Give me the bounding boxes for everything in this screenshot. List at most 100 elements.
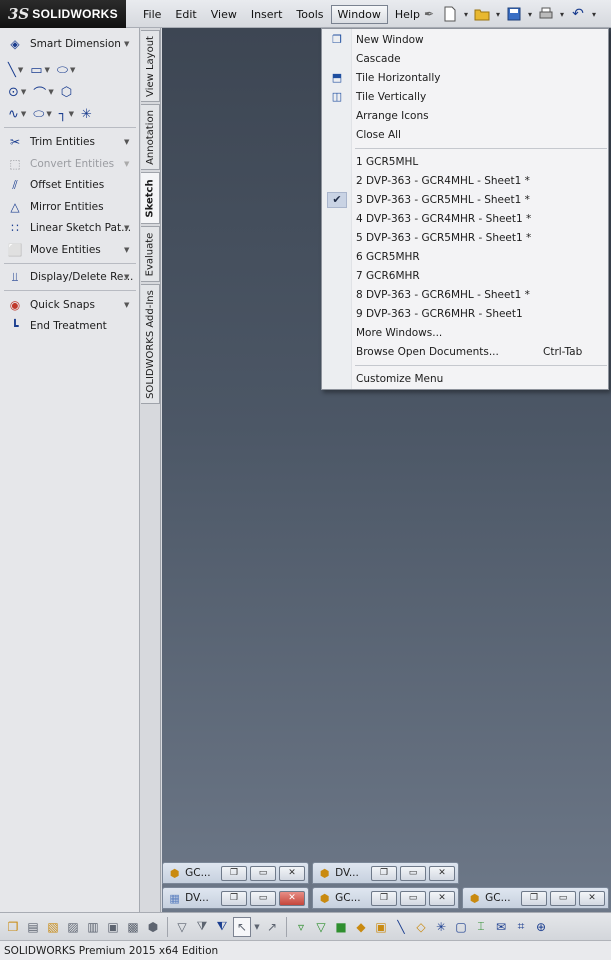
chevron-down-icon[interactable]: ▼ <box>18 66 23 74</box>
end-treatment-button[interactable]: ┗ End Treatment <box>6 317 106 335</box>
filter-datum-icon[interactable]: ⊕ <box>532 917 550 937</box>
filter-planes-icon[interactable]: ◇ <box>412 917 430 937</box>
menu-item-tile-vertically[interactable]: ◫ Tile Vertically <box>322 87 608 106</box>
tab-sketch[interactable]: Sketch <box>141 172 160 224</box>
chevron-down-icon[interactable]: ▾ <box>558 5 566 23</box>
menu-file[interactable]: File <box>136 5 168 24</box>
menu-item-document-2[interactable]: 2 DVP-363 - GCR4MHL - Sheet1 * <box>322 171 608 190</box>
select-arrow-icon[interactable]: ↖ <box>233 916 251 937</box>
chevron-down-icon[interactable]: ▾ <box>494 5 502 23</box>
restore-button[interactable]: ❐ <box>371 890 397 906</box>
chevron-down-icon[interactable]: ▼ <box>124 40 129 48</box>
smart-dimension-button[interactable]: ◈ Smart Dimension <box>6 35 121 53</box>
arc-icon[interactable]: ⌒ <box>33 83 46 102</box>
tab-evaluate[interactable]: Evaluate <box>141 226 160 282</box>
save-icon[interactable] <box>505 5 523 23</box>
new-document-icon[interactable] <box>441 5 459 23</box>
undo-icon[interactable]: ↶ <box>569 5 587 23</box>
filter-notes-icon[interactable]: ✉ <box>492 917 510 937</box>
close-button[interactable]: ✕ <box>579 890 605 906</box>
quick-snaps-button[interactable]: ◉ Quick Snaps <box>6 296 95 314</box>
minimized-window-1[interactable]: ⬢ GC... ❐ ▭ ✕ <box>162 862 309 884</box>
menu-item-document-6[interactable]: 6 GCR5MHR <box>322 247 608 266</box>
tab-annotation[interactable]: Annotation <box>141 104 160 170</box>
filter-clear-icon[interactable]: ⧨ <box>213 917 231 937</box>
filter-faces-icon[interactable]: ■ <box>332 917 350 937</box>
chevron-down-icon[interactable]: ▼ <box>70 66 75 74</box>
trim-entities-button[interactable]: ✂ Trim Entities <box>6 133 95 151</box>
minimized-window-4[interactable]: ⬢ GC... ❐ ▭ ✕ <box>312 887 459 909</box>
sketch-fillet-icon[interactable]: ┐ <box>59 107 67 122</box>
new-document-icon[interactable]: ❐ <box>4 917 22 937</box>
close-button[interactable]: ✕ <box>279 890 305 906</box>
point-icon[interactable]: ✳ <box>81 107 92 122</box>
display-delete-relations-button[interactable]: ⫫ Display/Delete Re... <box>6 268 134 286</box>
circle-icon[interactable]: ⊙ <box>8 85 19 100</box>
chevron-down-icon[interactable]: ▼ <box>124 273 129 281</box>
filter-solids-icon[interactable]: ▣ <box>372 917 390 937</box>
move-entities-button[interactable]: ⬜ Move Entities <box>6 241 101 259</box>
section-view-icon[interactable]: ▥ <box>84 917 102 937</box>
menu-item-document-3[interactable]: ✔ 3 DVP-363 - GCR5MHL - Sheet1 * <box>322 190 608 209</box>
mirror-entities-button[interactable]: △ Mirror Entities <box>6 198 103 216</box>
chevron-down-icon[interactable]: ▼ <box>253 917 261 937</box>
chevron-down-icon[interactable]: ▼ <box>124 246 129 254</box>
solidworks-logo[interactable]: 3S SOLIDWORKS <box>0 0 126 28</box>
chevron-down-icon[interactable]: ▼ <box>69 110 74 118</box>
minimized-window-2[interactable]: ⬢ DV... ❐ ▭ ✕ <box>312 862 459 884</box>
filter-weld-icon[interactable]: ⌗ <box>512 917 530 937</box>
chevron-down-icon[interactable]: ▾ <box>590 5 598 23</box>
projected-view-icon[interactable]: ▨ <box>64 917 82 937</box>
menu-item-document-7[interactable]: 7 GCR6MHR <box>322 266 608 285</box>
pin-icon[interactable]: ✒ <box>420 5 438 23</box>
filter-vertices-icon[interactable]: ▿ <box>292 917 310 937</box>
menu-item-document-1[interactable]: 1 GCR5MHL <box>322 152 608 171</box>
filter-toggle-icon[interactable]: ⧩ <box>193 917 211 937</box>
menu-item-tile-horizontally[interactable]: ⬒ Tile Horizontally <box>322 68 608 87</box>
auxiliary-view-icon[interactable]: ⬢ <box>144 917 162 937</box>
chevron-down-icon[interactable]: ▼ <box>45 66 50 74</box>
menu-view[interactable]: View <box>204 5 244 24</box>
line-icon[interactable]: ╲ <box>8 63 16 78</box>
menu-edit[interactable]: Edit <box>168 5 203 24</box>
menu-item-document-5[interactable]: 5 DVP-363 - GCR5MHR - Sheet1 * <box>322 228 608 247</box>
filter-edges-icon[interactable]: ▽ <box>312 917 330 937</box>
ellipse-icon[interactable]: ⬭ <box>33 107 44 122</box>
menu-item-document-8[interactable]: 8 DVP-363 - GCR6MHL - Sheet1 * <box>322 285 608 304</box>
menu-tools[interactable]: Tools <box>289 5 330 24</box>
polygon-icon[interactable]: ⬡ <box>61 85 72 100</box>
menu-item-customize-menu[interactable]: Customize Menu <box>322 369 608 388</box>
menu-item-more-windows[interactable]: More Windows... <box>322 323 608 342</box>
chevron-down-icon[interactable]: ▼ <box>124 138 129 146</box>
menu-item-browse-open-documents[interactable]: Browse Open Documents... Ctrl-Tab <box>322 342 608 361</box>
minimized-window-5[interactable]: ⬢ GC... ❐ ▭ ✕ <box>462 887 609 909</box>
maximize-button[interactable]: ▭ <box>250 865 276 881</box>
open-folder-icon[interactable] <box>473 5 491 23</box>
maximize-button[interactable]: ▭ <box>550 890 576 906</box>
spline-icon[interactable]: ∿ <box>8 107 19 122</box>
menu-window[interactable]: Window <box>330 4 388 24</box>
menu-item-new-window[interactable]: ❐ New Window <box>322 30 608 49</box>
menu-item-document-4[interactable]: 4 DVP-363 - GCR4MHR - Sheet1 * <box>322 209 608 228</box>
filter-axes-icon[interactable]: ╲ <box>392 917 410 937</box>
broken-out-view-icon[interactable]: ▩ <box>124 917 142 937</box>
tab-solidworks-add-ins[interactable]: SOLIDWORKS Add-Ins <box>141 284 160 404</box>
chevron-down-icon[interactable]: ▾ <box>526 5 534 23</box>
chevron-down-icon[interactable]: ▼ <box>124 224 129 232</box>
menu-item-close-all[interactable]: Close All <box>322 125 608 144</box>
filter-icon[interactable]: ▽ <box>173 917 191 937</box>
restore-button[interactable]: ❐ <box>221 890 247 906</box>
filter-dimensions-icon[interactable]: ⌶ <box>472 917 490 937</box>
close-button[interactable]: ✕ <box>429 890 455 906</box>
sheet-format-icon[interactable]: ▤ <box>24 917 42 937</box>
tab-view-layout[interactable]: View Layout <box>141 30 160 102</box>
rectangle-icon[interactable]: ▭ <box>30 63 42 78</box>
menu-item-document-9[interactable]: 9 DVP-363 - GCR6MHR - Sheet1 <box>322 304 608 323</box>
model-view-icon[interactable]: ▧ <box>44 917 62 937</box>
maximize-button[interactable]: ▭ <box>400 865 426 881</box>
chevron-down-icon[interactable]: ▼ <box>21 88 26 96</box>
chevron-down-icon[interactable]: ▾ <box>462 5 470 23</box>
convert-entities-button[interactable]: ⬚ Convert Entities <box>6 155 114 173</box>
chevron-down-icon[interactable]: ▼ <box>124 160 129 168</box>
chevron-down-icon[interactable]: ▼ <box>21 110 26 118</box>
